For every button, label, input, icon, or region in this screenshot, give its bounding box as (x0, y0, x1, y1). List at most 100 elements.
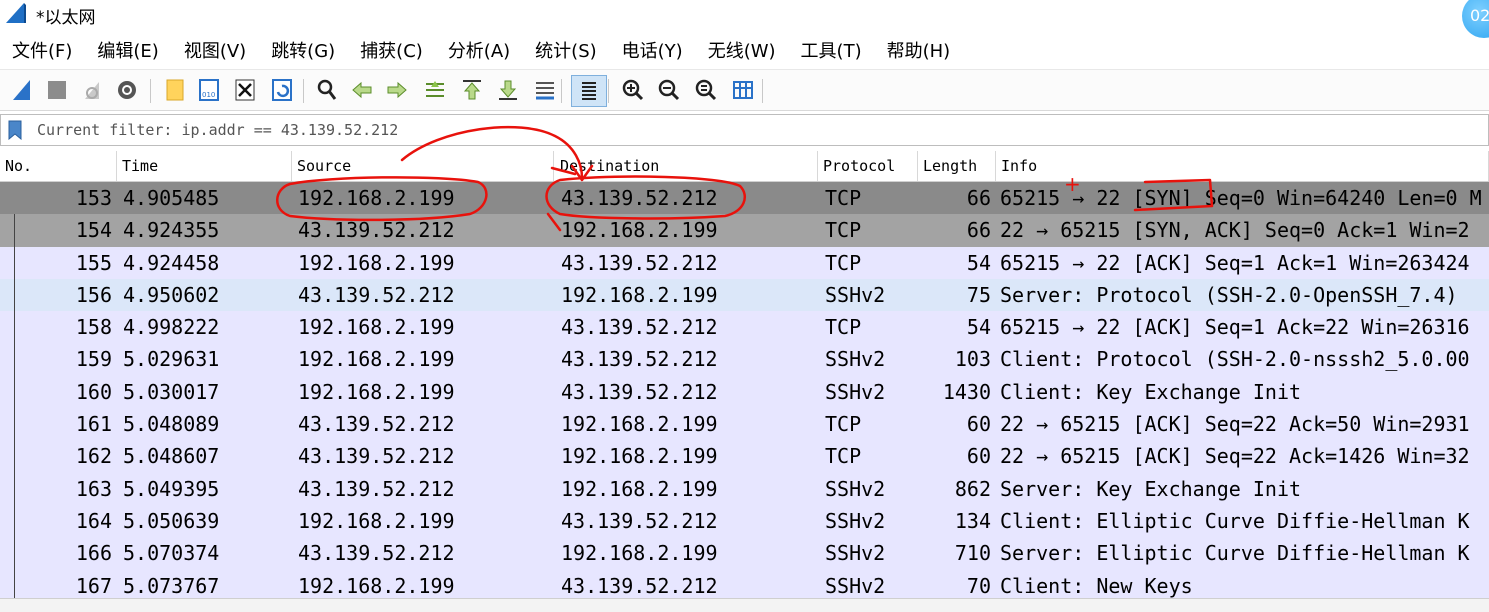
packet-no-cell: 154 (75, 218, 112, 243)
menu-item-1[interactable]: 编辑(E) (85, 37, 168, 63)
find-packet-button[interactable] (315, 78, 339, 102)
filter-text[interactable]: Current filter: ip.addr == 43.139.52.212 (37, 121, 398, 139)
packet-row[interactable]: 162 5.048607 43.139.52.212 192.168.2.199 TCP… (0, 440, 1489, 473)
packet-list[interactable]: No. Time Source Destination Protocol Length In… (0, 151, 1489, 611)
packet-time-cell: 4.998222 (123, 315, 220, 340)
column-header-info[interactable]: Info (996, 151, 1489, 181)
packet-row[interactable]: 153 4.905485 192.168.2.199 43.139.52.212 TCP… (0, 182, 1489, 215)
packet-info-cell: 65215 → 22 [SYN] Seq=0 Win=64240 Len=0 M (1000, 186, 1482, 210)
conversation-bracket-line (14, 214, 15, 611)
packet-row[interactable]: 155 4.924458 192.168.2.199 43.139.52.212 TCP… (0, 246, 1489, 279)
open-file-button[interactable] (163, 78, 187, 102)
menu-item-8[interactable]: 无线(W) (696, 37, 786, 63)
packet-rows: 153 4.905485 192.168.2.199 43.139.52.212 TCP… (0, 182, 1489, 611)
colorize-button[interactable] (571, 75, 607, 107)
packet-no-cell: 158 (75, 315, 112, 340)
floating-badge-button[interactable]: 02 (1462, 0, 1489, 38)
packet-row[interactable]: 166 5.070374 43.139.52.212 192.168.2.199 SSH… (0, 537, 1489, 570)
go-back-button[interactable] (350, 78, 374, 102)
zoom-in-button[interactable] (621, 78, 645, 102)
last-packet-icon (499, 80, 517, 100)
resize-columns-icon (733, 81, 753, 99)
packet-row[interactable]: 160 5.030017 192.168.2.199 43.139.52.212 SSH… (0, 375, 1489, 409)
packet-proto-cell: SSHv2 (825, 379, 886, 404)
packet-info-cell: Client: New Keys (1000, 573, 1193, 598)
column-header-time[interactable]: Time (117, 151, 292, 181)
menu-item-9[interactable]: 工具(T) (789, 37, 872, 63)
zoom-out-button[interactable] (657, 78, 681, 102)
packet-time-cell: 5.070374 (123, 541, 220, 566)
packet-len-cell: 103 (954, 347, 991, 372)
packet-row[interactable]: 154 4.924355 43.139.52.212 192.168.2.199 TCP… (0, 214, 1489, 247)
go-forward-button[interactable] (385, 78, 409, 102)
packet-len-cell: 54 (966, 315, 991, 340)
go-to-packet-button[interactable] (423, 78, 447, 102)
autoscroll-button[interactable] (533, 78, 557, 102)
packet-row[interactable]: 161 5.048089 43.139.52.212 192.168.2.199 TCP… (0, 408, 1489, 441)
menu-item-2[interactable]: 视图(V) (172, 37, 256, 63)
packet-info-cell: Client: Protocol (SSH-2.0-nsssh2_5.0.00 (1000, 347, 1470, 372)
packet-time-cell: 5.048607 (123, 444, 220, 469)
restart-capture-icon (85, 82, 99, 99)
close-file-button[interactable] (233, 78, 257, 102)
splitter-handle[interactable] (0, 598, 1489, 612)
packet-src-cell: 192.168.2.199 (298, 250, 455, 275)
packet-row[interactable]: 164 5.050639 192.168.2.199 43.139.52.212 SSH… (0, 504, 1489, 538)
column-header-no[interactable]: No. (0, 151, 117, 181)
toolbar-separator (303, 79, 304, 103)
normal-size-button[interactable] (694, 78, 718, 102)
filter-bookmark-icon[interactable] (8, 120, 22, 140)
menu-item-7[interactable]: 电话(Y) (610, 37, 693, 63)
column-header-destination[interactable]: Destination (555, 151, 818, 181)
packet-row[interactable]: 156 4.950602 43.139.52.212 192.168.2.199 SSH… (0, 278, 1489, 312)
packet-src-cell: 43.139.52.212 (298, 412, 455, 437)
colorize-icon (582, 82, 596, 100)
column-header-protocol[interactable]: Protocol (818, 151, 918, 181)
column-header-length[interactable]: Length (918, 151, 996, 181)
packet-no-cell: 164 (75, 508, 112, 533)
menu-item-3[interactable]: 跳转(G) (259, 37, 345, 63)
display-filter-bar[interactable]: Current filter: ip.addr == 43.139.52.212 (0, 114, 1489, 146)
packet-time-cell: 5.073767 (123, 573, 220, 598)
packet-len-cell: 710 (954, 541, 991, 566)
packet-row[interactable]: 167 5.073767 192.168.2.199 43.139.52.212 SSH… (0, 569, 1489, 602)
packet-src-cell: 43.139.52.212 (298, 476, 455, 501)
menu-item-0[interactable]: 文件(F) (0, 37, 82, 63)
menu-item-10[interactable]: 帮助(H) (875, 37, 961, 63)
packet-info-cell: 65215 → 22 [ACK] Seq=1 Ack=1 Win=263424 (1000, 250, 1470, 275)
packet-no-cell: 162 (75, 444, 112, 469)
restart-capture-button[interactable] (80, 78, 104, 102)
packet-info-cell: Client: Elliptic Curve Diffie-Hellman K (1000, 508, 1470, 533)
toolbar-separator (150, 79, 151, 103)
packet-dst-cell: 192.168.2.199 (561, 444, 718, 469)
start-capture-button[interactable] (10, 78, 34, 102)
packet-no-cell: 159 (75, 347, 112, 372)
packet-proto-cell: SSHv2 (825, 541, 886, 566)
packet-row[interactable]: 158 4.998222 192.168.2.199 43.139.52.212 TCP… (0, 311, 1489, 344)
packet-len-cell: 70 (966, 573, 991, 598)
packet-proto-cell: TCP (825, 250, 862, 275)
packet-len-cell: 54 (966, 250, 991, 275)
packet-row[interactable]: 159 5.029631 192.168.2.199 43.139.52.212 SSH… (0, 343, 1489, 376)
menu-item-5[interactable]: 分析(A) (436, 37, 520, 63)
packet-src-cell: 43.139.52.212 (298, 444, 455, 469)
reload-file-button[interactable] (270, 78, 294, 102)
toolbar-separator (762, 79, 763, 103)
packet-len-cell: 1430 (942, 379, 991, 404)
zoom-in-icon (622, 79, 644, 101)
resize-columns-button[interactable] (731, 78, 755, 102)
close-file-icon (235, 79, 255, 101)
column-header-source[interactable]: Source (292, 151, 554, 181)
packet-info-cell: Server: Key Exchange Init (1000, 476, 1302, 501)
capture-options-button[interactable] (115, 78, 139, 102)
last-packet-button[interactable] (496, 78, 520, 102)
packet-no-cell: 167 (75, 573, 112, 598)
packet-row[interactable]: 163 5.049395 43.139.52.212 192.168.2.199 SSH… (0, 472, 1489, 505)
menu-item-4[interactable]: 捕获(C) (348, 37, 433, 63)
packet-info-cell: 22 → 65215 [SYN, ACK] Seq=0 Ack=1 Win=2 (1000, 218, 1470, 243)
save-file-button[interactable]: 010 (197, 78, 221, 102)
stop-capture-button[interactable] (45, 78, 69, 102)
menu-item-6[interactable]: 统计(S) (523, 37, 606, 63)
toolbar-separator (561, 79, 562, 103)
first-packet-button[interactable] (460, 78, 484, 102)
